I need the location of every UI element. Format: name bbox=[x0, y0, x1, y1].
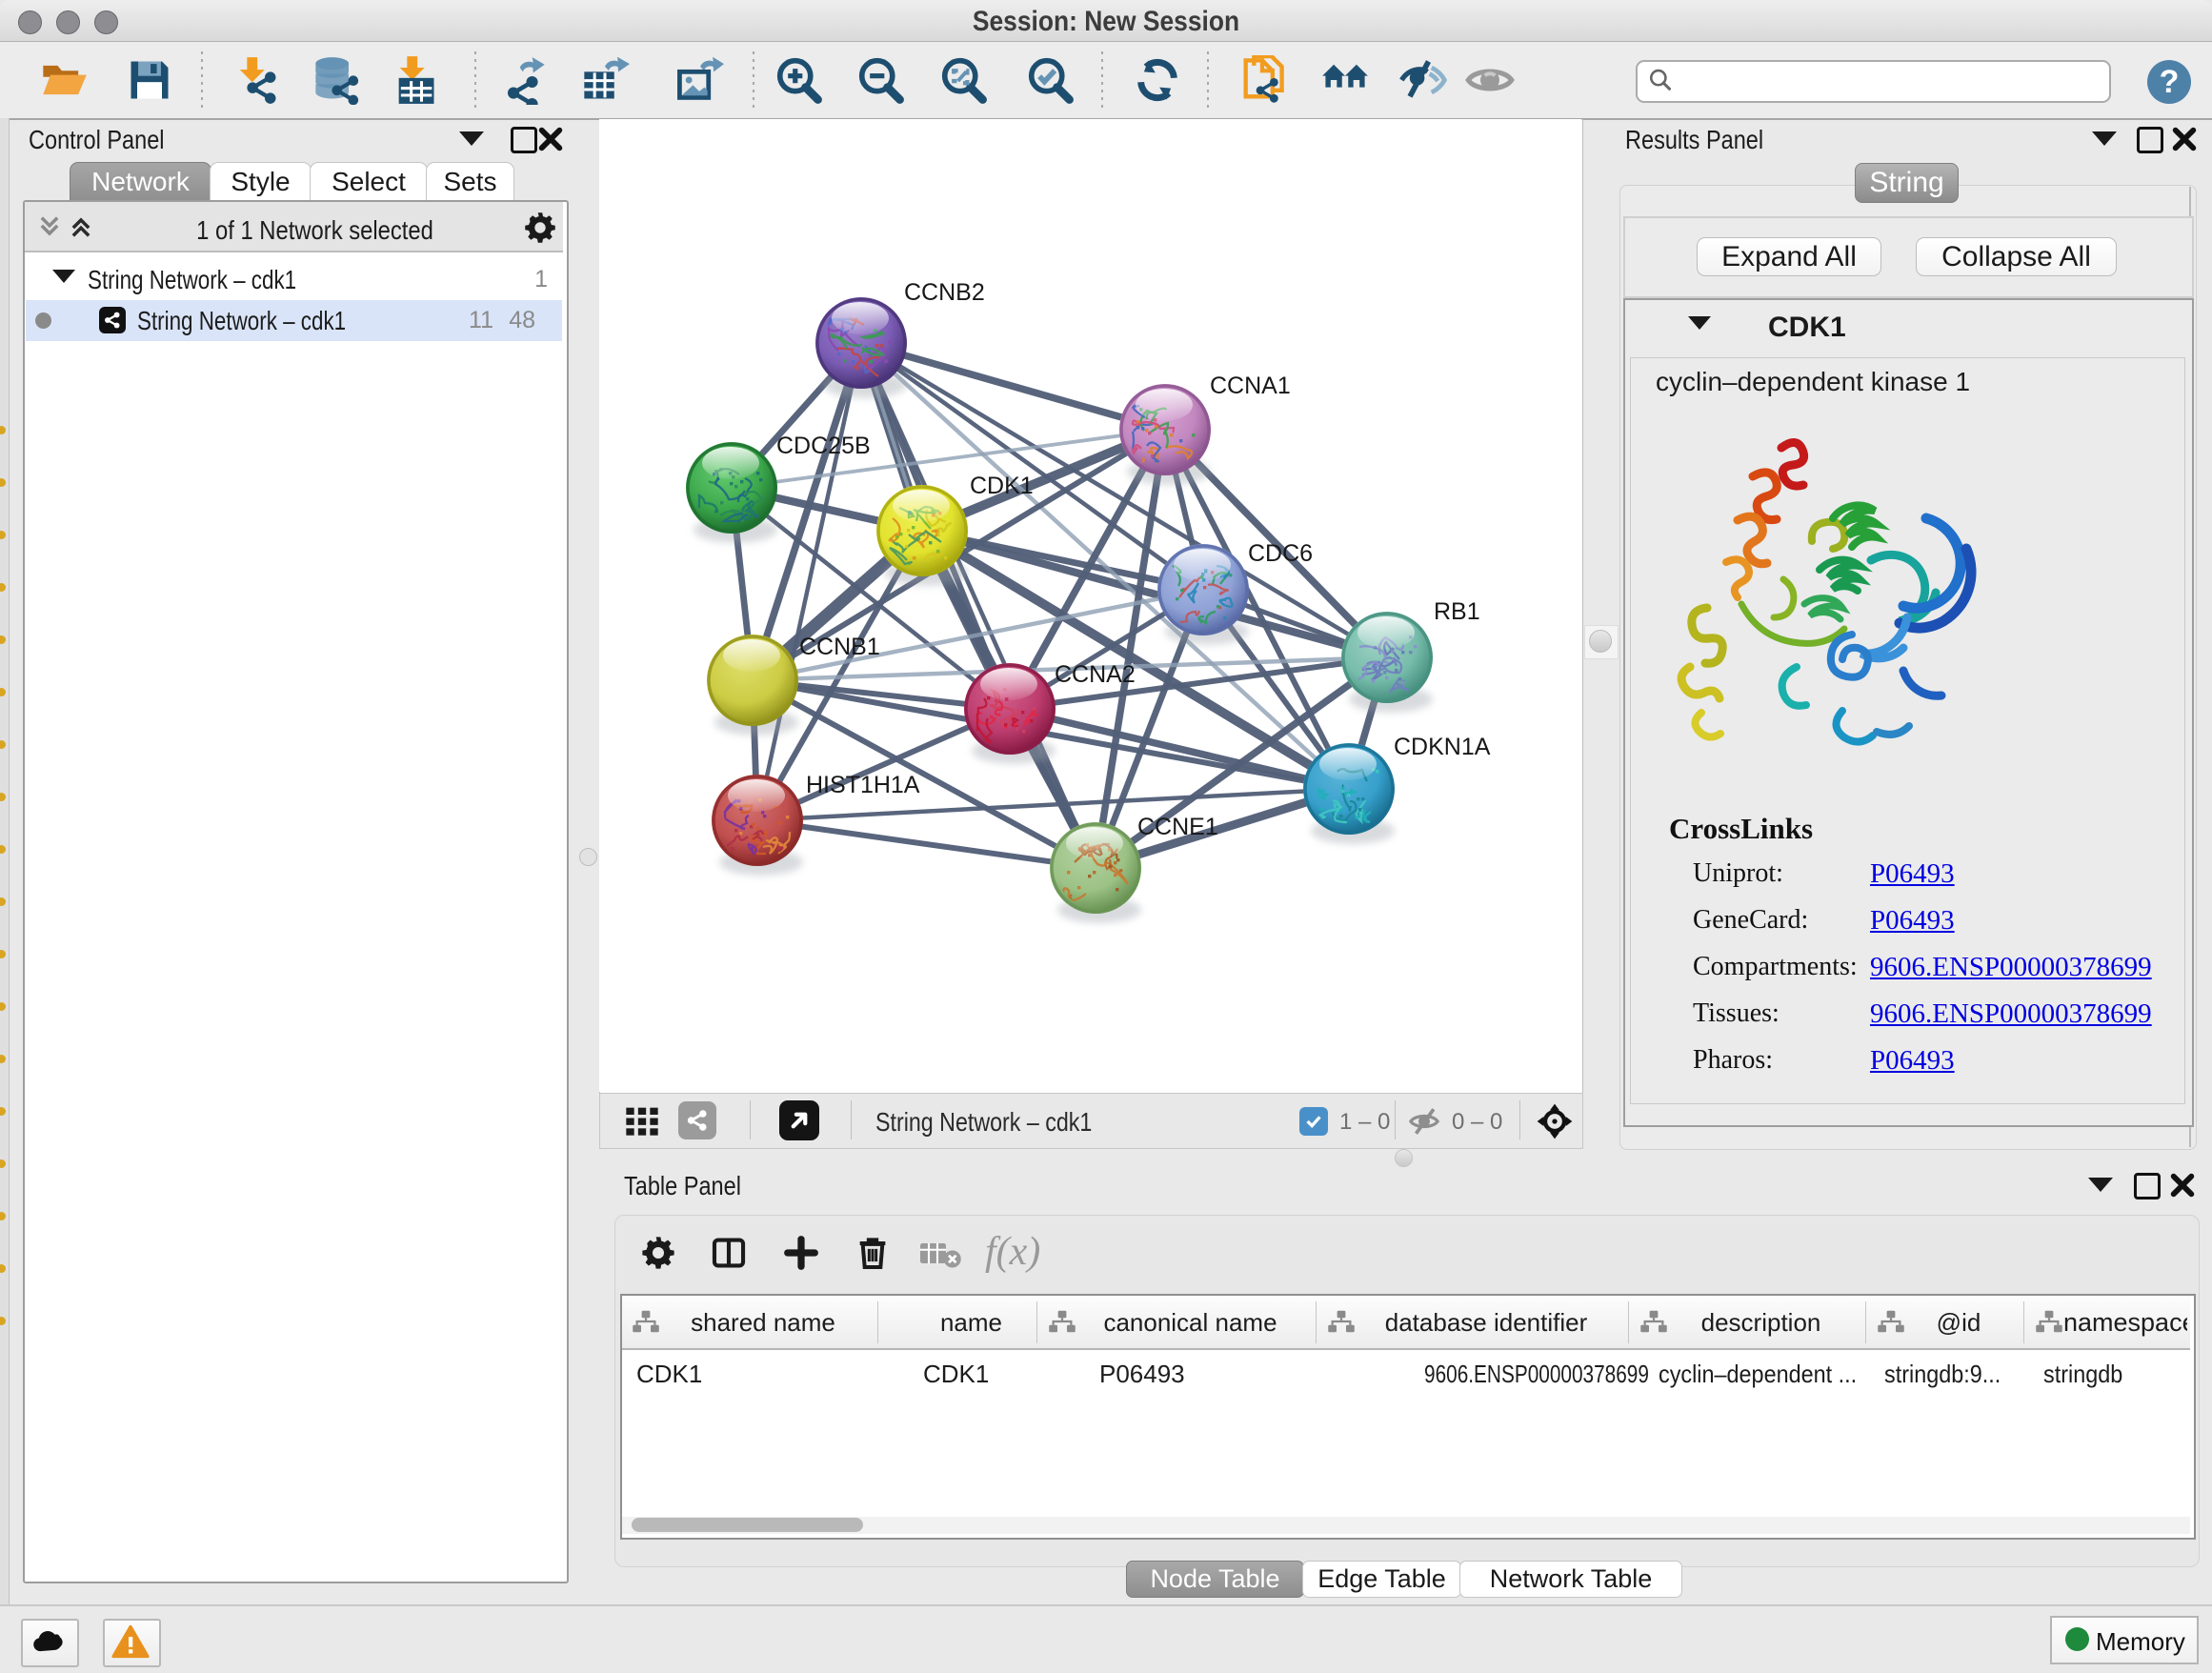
svg-text:HIST1H1A: HIST1H1A bbox=[806, 772, 920, 798]
svg-text:CCNA1: CCNA1 bbox=[1210, 373, 1291, 399]
svg-text:CCNE1: CCNE1 bbox=[1137, 814, 1218, 840]
svg-text:CCNB1: CCNB1 bbox=[799, 634, 880, 660]
svg-text:RB1: RB1 bbox=[1434, 598, 1480, 625]
svg-text:CDC6: CDC6 bbox=[1248, 540, 1313, 567]
svg-text:CDC25B: CDC25B bbox=[776, 433, 871, 459]
svg-text:CCNB2: CCNB2 bbox=[904, 279, 985, 306]
svg-text:CDKN1A: CDKN1A bbox=[1394, 734, 1491, 760]
svg-text:CDK1: CDK1 bbox=[970, 473, 1034, 499]
svg-text:CCNA2: CCNA2 bbox=[1055, 661, 1136, 688]
